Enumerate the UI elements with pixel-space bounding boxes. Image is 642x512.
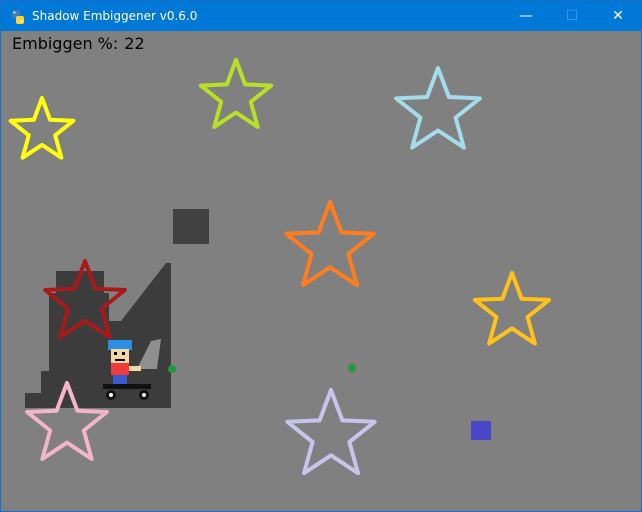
window-title: Shadow Embiggener v0.6.0 <box>32 9 198 23</box>
game-scene <box>8 58 552 476</box>
orange-star <box>284 200 376 288</box>
maximize-button[interactable]: ☐ <box>549 1 595 31</box>
embiggen-label: Embiggen %: <box>12 34 119 53</box>
green-dot <box>348 364 356 372</box>
obstacle-block <box>173 209 209 244</box>
game-canvas[interactable]: Embiggen %: 22 <box>1 31 641 511</box>
lavender-star <box>285 388 377 476</box>
light-blue-star <box>394 66 482 150</box>
python-app-icon <box>12 10 24 24</box>
star-layer <box>8 58 552 476</box>
yellow-star <box>8 96 76 160</box>
gold-star <box>472 271 552 346</box>
blue-square-item <box>471 421 491 440</box>
title-bar[interactable]: Shadow Embiggener v0.6.0 — ☐ ✕ <box>1 1 641 31</box>
close-button[interactable]: ✕ <box>595 1 641 31</box>
embiggen-readout: Embiggen %: 22 <box>12 34 145 54</box>
green-dot <box>168 365 176 373</box>
minimize-button[interactable]: — <box>503 1 549 31</box>
embiggen-value: 22 <box>124 34 145 53</box>
lime-star <box>198 58 274 129</box>
app-window: Shadow Embiggener v0.6.0 — ☐ ✕ Embiggen … <box>0 0 642 512</box>
